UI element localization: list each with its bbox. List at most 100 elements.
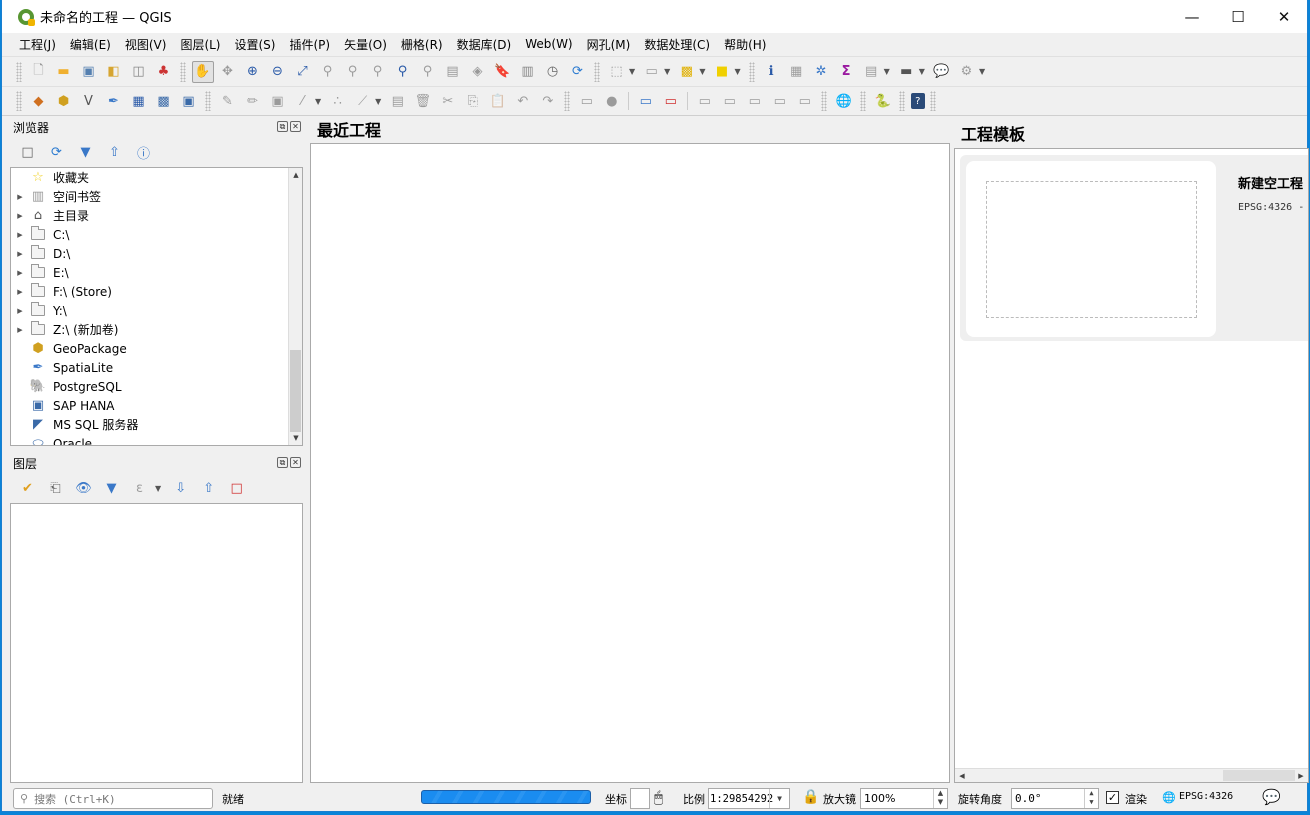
new-bookmark-icon[interactable]: 🔖	[492, 61, 514, 83]
locator-icon[interactable]: ⚙	[955, 61, 977, 83]
refresh-icon[interactable]: ⟳	[46, 141, 68, 163]
toolbar-grip[interactable]	[930, 91, 937, 111]
toolbar-grip[interactable]	[16, 91, 22, 111]
redo-icon[interactable]: ↷	[537, 90, 559, 112]
zoom-out-icon[interactable]: ⊖	[267, 61, 289, 83]
add-delimited-text-icon[interactable]: V	[78, 90, 100, 112]
expand-arrow-icon[interactable]: ▶	[11, 212, 29, 220]
chevron-down-icon[interactable]: ▼	[375, 97, 381, 106]
filter-expression-icon[interactable]: ε	[129, 477, 151, 499]
tree-item-mssql[interactable]: ◤ MS SQL 服务器	[11, 415, 138, 434]
tree-item-drive[interactable]: ▶ F:\ (Store)	[11, 282, 112, 301]
processing-toolbox-icon[interactable]: ✲	[810, 61, 832, 83]
tree-item-drive[interactable]: ▶ Y:\	[11, 301, 67, 320]
collapse-all-icon[interactable]: ⇧	[104, 141, 126, 163]
cut-features-icon[interactable]: ✂	[437, 90, 459, 112]
chevron-down-icon[interactable]: ▼	[629, 67, 635, 76]
pin-labels-icon[interactable]: ●	[601, 90, 623, 112]
print-layout-icon[interactable]: ◫	[128, 61, 150, 83]
scroll-left-arrow-icon[interactable]: ◀	[955, 769, 969, 782]
close-panel-button[interactable]: ✕	[290, 121, 301, 132]
chevron-down-icon[interactable]: ▼	[769, 789, 789, 808]
menu-view[interactable]: 视图(V)	[118, 36, 174, 53]
tree-item-sap-hana[interactable]: ▣ SAP HANA	[11, 396, 115, 415]
menu-help[interactable]: 帮助(H)	[717, 36, 773, 53]
add-group-icon[interactable]: ⎗	[45, 477, 67, 499]
zoom-next-icon[interactable]: ⚲	[417, 61, 439, 83]
style-layer-icon[interactable]: ✔	[17, 477, 39, 499]
add-spatialite-icon[interactable]: ✒	[103, 90, 125, 112]
chevron-down-icon[interactable]: ▼	[315, 97, 321, 106]
zoom-to-selection-icon[interactable]: ⚲	[317, 61, 339, 83]
open-field-calculator-icon[interactable]: ▤	[860, 61, 882, 83]
refresh-icon[interactable]: ⟳	[567, 61, 589, 83]
menu-processing[interactable]: 数据处理(C)	[637, 36, 717, 53]
expand-all-icon[interactable]: ⇩	[170, 477, 192, 499]
crs-button[interactable]: EPSG:4326	[1179, 791, 1233, 802]
new-map-view-icon[interactable]: ▤	[442, 61, 464, 83]
menu-settings[interactable]: 设置(S)	[228, 36, 283, 53]
toolbar-grip[interactable]	[564, 91, 571, 111]
collapse-all-icon[interactable]: ⇧	[198, 477, 220, 499]
new-3d-view-icon[interactable]: ◈	[467, 61, 489, 83]
chevron-down-icon[interactable]: ▼	[919, 67, 925, 76]
recent-projects-list[interactable]	[310, 143, 950, 783]
chevron-down-icon[interactable]: ▼	[734, 67, 740, 76]
move-label-icon[interactable]: ▭	[719, 90, 741, 112]
undo-icon[interactable]: ↶	[512, 90, 534, 112]
rotation-spinbox[interactable]: 0.0° ▲ ▼	[1011, 788, 1099, 809]
layers-tree[interactable]	[10, 503, 303, 783]
maximize-button[interactable]: ☐	[1215, 0, 1261, 33]
properties-info-icon[interactable]: ⓘ	[133, 141, 155, 163]
pan-to-selection-icon[interactable]: ✥	[217, 61, 239, 83]
tree-item-home[interactable]: ▶ ⌂ 主目录	[11, 206, 89, 225]
add-virtual-layer-icon[interactable]: ▣	[178, 90, 200, 112]
menu-web[interactable]: Web(W)	[518, 37, 579, 51]
digitize-icon[interactable]: ⁄	[292, 90, 314, 112]
menu-mesh[interactable]: 网孔(M)	[580, 36, 638, 53]
magnifier-spinbox[interactable]: 100% ▲ ▼	[860, 788, 948, 809]
python-console-icon[interactable]: 🐍	[872, 90, 894, 112]
menu-database[interactable]: 数据库(D)	[450, 36, 519, 53]
scale-combobox[interactable]: 1:29854292 ▼	[708, 788, 790, 809]
toolbar-grip[interactable]	[594, 61, 600, 82]
delete-selected-icon[interactable]: 🗑	[412, 90, 434, 112]
label-toolbar-icon[interactable]: ▭	[576, 90, 598, 112]
toggle-extents-icon[interactable]: 🖱	[654, 788, 663, 806]
annotation-icon[interactable]: ■	[711, 61, 733, 83]
tree-item-drive[interactable]: ▶ E:\	[11, 263, 69, 282]
zoom-native-icon[interactable]: ⚲	[367, 61, 389, 83]
float-panel-button[interactable]: ⧉	[277, 457, 288, 468]
chevron-down-icon[interactable]: ▼	[664, 67, 670, 76]
filter-legend-icon[interactable]: ▼	[101, 477, 123, 499]
expand-arrow-icon[interactable]: ▶	[11, 307, 29, 315]
add-point-icon[interactable]: ∴	[327, 90, 349, 112]
toolbar-grip[interactable]	[205, 91, 211, 111]
add-raster-icon[interactable]: ▩	[153, 90, 175, 112]
toolbar-grip[interactable]	[860, 91, 867, 111]
toggle-editing-icon[interactable]: ✏	[242, 90, 264, 112]
highlight-labels-icon[interactable]: ▭	[660, 90, 682, 112]
toolbar-grip[interactable]	[16, 61, 22, 82]
save-project-icon[interactable]: ▣	[78, 61, 100, 83]
rotate-label-icon[interactable]: ▭	[744, 90, 766, 112]
paste-features-icon[interactable]: 📋	[487, 90, 509, 112]
menu-raster[interactable]: 栅格(R)	[394, 36, 450, 53]
help-icon[interactable]: ?	[910, 93, 925, 109]
filter-icon[interactable]: ▼	[75, 141, 97, 163]
new-project-icon[interactable]: 🗋	[28, 61, 50, 83]
minimize-button[interactable]: —	[1169, 0, 1215, 33]
scroll-up-arrow-icon[interactable]: ▲	[289, 168, 302, 182]
locator-search-input[interactable]: ⚲ 搜索 (Ctrl+K)	[13, 788, 213, 809]
zoom-in-icon[interactable]: ⊕	[242, 61, 264, 83]
modify-attributes-icon[interactable]: ▤	[387, 90, 409, 112]
menu-edit[interactable]: 编辑(E)	[63, 36, 118, 53]
tree-item-drive[interactable]: ▶ C:\	[11, 225, 69, 244]
tree-item-favorites[interactable]: ☆ 收藏夹	[11, 168, 89, 187]
chevron-down-icon[interactable]: ▼	[979, 67, 985, 76]
change-label-icon[interactable]: ▭	[769, 90, 791, 112]
zoom-to-layer-icon[interactable]: ⚲	[342, 61, 364, 83]
current-edits-icon[interactable]: ✎	[217, 90, 239, 112]
toolbar-grip[interactable]	[899, 91, 906, 111]
expand-arrow-icon[interactable]: ▶	[11, 288, 29, 296]
